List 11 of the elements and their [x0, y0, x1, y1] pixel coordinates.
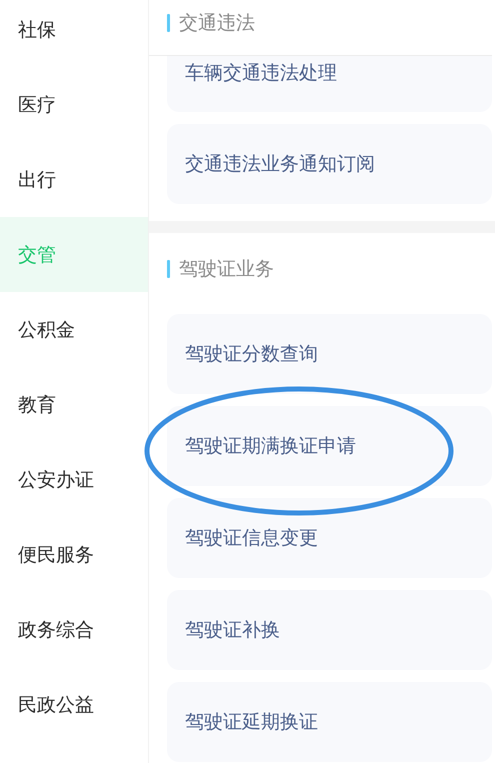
service-card[interactable]: 车辆交通违法处理 [167, 56, 492, 112]
service-card[interactable]: 驾驶证补换 [167, 590, 492, 670]
service-card[interactable]: 交通违法业务通知订阅 [167, 124, 492, 204]
section-title: 驾驶证业务 [179, 257, 274, 281]
service-card[interactable]: 驾驶证分数查询 [167, 314, 492, 394]
section-title: 交通违法 [179, 11, 255, 35]
service-card[interactable]: 驾驶证期满换证申请 [167, 406, 492, 486]
service-card[interactable]: 驾驶证延期换证 [167, 682, 492, 762]
accent-bar-icon [167, 14, 170, 32]
accent-bar-icon [167, 260, 170, 278]
service-card[interactable]: 驾驶证信息变更 [167, 498, 492, 578]
